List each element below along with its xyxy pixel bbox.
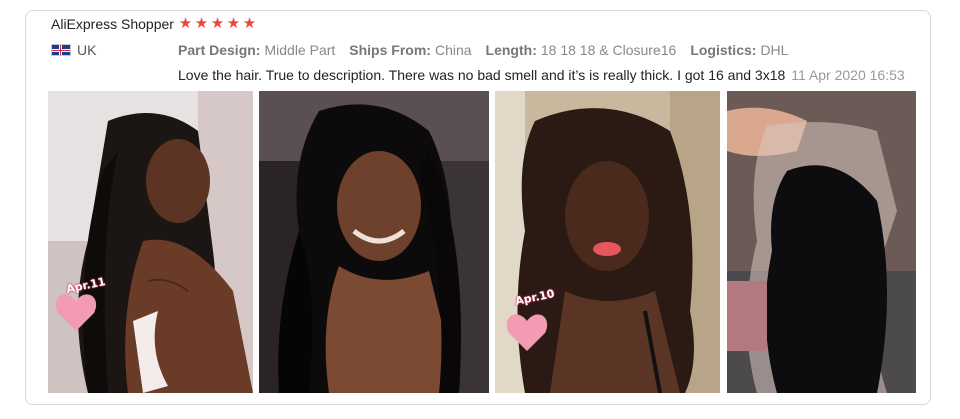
spec-logistics: Logistics: DHL xyxy=(690,42,789,58)
star-icon: ★ xyxy=(210,15,225,32)
star-icon: ★ xyxy=(242,15,257,32)
star-icon: ★ xyxy=(178,15,193,32)
country-label: UK xyxy=(77,42,97,58)
reviewer-country: UK xyxy=(51,42,96,58)
review-photo-3[interactable]: Apr.10 xyxy=(495,91,720,393)
star-rating: ★ ★ ★ ★ ★ xyxy=(178,15,257,33)
review-photo-4[interactable] xyxy=(727,91,916,393)
star-icon: ★ xyxy=(194,15,209,32)
review-text: Love the hair. True to description. Ther… xyxy=(178,67,905,83)
spec-length: Length: 18 18 18 & Closure16 xyxy=(485,42,677,58)
reviewer-name: AliExpress Shopper xyxy=(51,16,174,32)
spec-ships-from: Ships From: China xyxy=(349,42,472,58)
review-date: 11 Apr 2020 16:53 xyxy=(791,67,905,83)
spec-part-design: Part Design: Middle Part xyxy=(178,42,336,58)
review-photo-2[interactable] xyxy=(259,91,489,393)
review-body: Love the hair. True to description. Ther… xyxy=(178,67,786,83)
review-photo-1[interactable]: Apr.11 xyxy=(48,91,253,393)
order-specs: Part Design: Middle Part Ships From: China… xyxy=(178,42,788,58)
uk-flag-icon xyxy=(51,44,71,56)
star-icon: ★ xyxy=(226,15,241,32)
